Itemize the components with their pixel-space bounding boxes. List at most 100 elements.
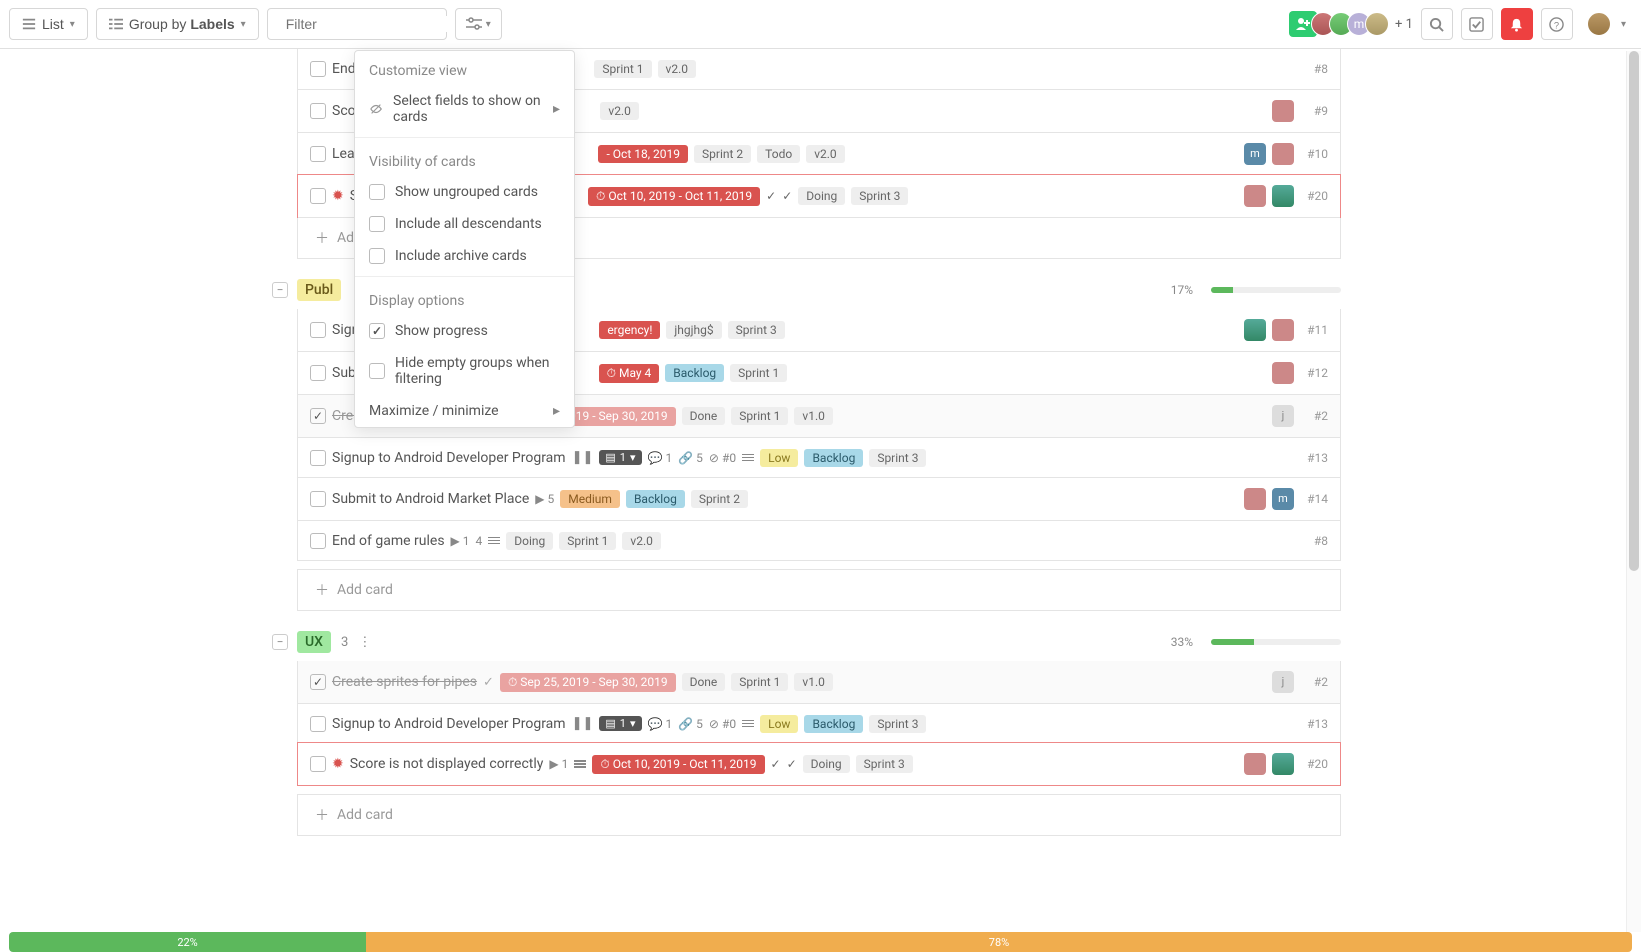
pill: Doing	[798, 187, 845, 205]
avatar[interactable]	[1272, 753, 1294, 775]
card-title: Signup to Android Developer Program	[332, 716, 566, 732]
card-row[interactable]: End of game rules ▶ 1 4 Doing Sprint 1 v…	[298, 520, 1340, 560]
avatar[interactable]	[1244, 185, 1266, 207]
checkbox-checked[interactable]	[310, 674, 326, 690]
card-title: Create sprites for pipes	[332, 674, 477, 690]
tasks-button[interactable]	[1461, 8, 1493, 40]
avatar[interactable]: j	[1272, 671, 1294, 693]
card-number: #20	[1300, 189, 1328, 203]
pause-icon: ❚❚	[572, 716, 594, 731]
add-card-button[interactable]: ＋Add card	[297, 569, 1341, 611]
card-row[interactable]: Signup to Android Developer Program ❚❚ ▤…	[298, 437, 1340, 477]
date-pill: ⏱ Sep 25, 2019 - Sep 30, 2019	[500, 673, 676, 692]
card-number: #20	[1300, 757, 1328, 771]
user-menu[interactable]: ▾	[1581, 10, 1632, 38]
scrollbar[interactable]	[1626, 51, 1641, 932]
card-number: #2	[1300, 675, 1328, 689]
view-list-button[interactable]: List ▾	[9, 8, 88, 40]
sub-count: 4	[476, 534, 483, 548]
checkbox-checked[interactable]	[310, 408, 326, 424]
pill-low: Low	[760, 715, 798, 733]
check-square-icon	[1469, 17, 1484, 32]
menu-include-archive[interactable]: Include archive cards	[355, 240, 574, 272]
pill: Sprint 1	[559, 532, 616, 550]
search-button[interactable]	[1421, 8, 1453, 40]
group-by-field: Labels	[190, 16, 234, 32]
avatar[interactable]	[1272, 319, 1294, 341]
avatar[interactable]	[1244, 753, 1266, 775]
checkbox[interactable]	[310, 61, 326, 77]
avatar-overflow[interactable]: + 1	[1395, 17, 1413, 32]
checkbox	[369, 216, 385, 232]
card-row-done[interactable]: Create sprites for pipes ✓ ⏱ Sep 25, 201…	[298, 661, 1340, 703]
card-number: #8	[1300, 534, 1328, 548]
group-by-button[interactable]: Group by Labels ▾	[96, 8, 259, 40]
checkbox[interactable]	[310, 716, 326, 732]
avatar[interactable]	[1272, 100, 1294, 122]
card-title: End of game rules	[332, 533, 445, 549]
comments-meta: 💬 1	[648, 451, 673, 465]
checkbox[interactable]	[310, 322, 326, 338]
avatar[interactable]	[1272, 143, 1294, 165]
checkbox[interactable]	[310, 756, 326, 772]
collaborator-avatars[interactable]: m + 1	[1289, 11, 1413, 37]
help-button[interactable]: ?	[1541, 8, 1573, 40]
checkbox[interactable]	[310, 103, 326, 119]
checkbox[interactable]	[310, 146, 326, 162]
group-label[interactable]: Publ	[297, 279, 341, 301]
comments-meta: 💬 1	[648, 717, 673, 731]
menu-section-customize: Customize view	[355, 51, 574, 85]
card-number: #8	[1300, 62, 1328, 76]
play-meta: ▶ 5	[535, 492, 554, 506]
group-label[interactable]: UX	[297, 631, 331, 653]
menu-maximize[interactable]: Maximize / minimize▸	[355, 395, 574, 427]
menu-section-visibility: Visibility of cards	[355, 142, 574, 176]
checkbox[interactable]	[310, 188, 326, 204]
card-list-ux: Create sprites for pipes ✓ ⏱ Sep 25, 201…	[297, 661, 1341, 786]
scrollbar-thumb[interactable]	[1629, 51, 1639, 571]
collapse-button[interactable]: −	[272, 282, 288, 298]
menu-hide-empty[interactable]: Hide empty groups when filtering	[355, 347, 574, 395]
card-row-bug[interactable]: ✹ Score is not displayed correctly ▶ 1 ⏱…	[297, 742, 1341, 786]
checkbox	[369, 184, 385, 200]
avatar[interactable]	[1244, 488, 1266, 510]
checkbox[interactable]	[310, 491, 326, 507]
menu-select-fields[interactable]: Select fields to show on cards ▸	[355, 85, 574, 133]
menu-show-progress[interactable]: Show progress	[355, 315, 574, 347]
avatar[interactable]	[1272, 185, 1294, 207]
checkbox[interactable]	[310, 450, 326, 466]
notifications-button[interactable]	[1501, 8, 1533, 40]
avatar[interactable]	[1365, 12, 1389, 36]
chevron-down-icon: ▾	[1621, 19, 1626, 30]
menu-include-descendants[interactable]: Include all descendants	[355, 208, 574, 240]
card-row[interactable]: Submit to Android Market Place ▶ 5 Mediu…	[298, 477, 1340, 520]
progress-text: 33%	[1171, 635, 1193, 649]
checkbox[interactable]	[310, 533, 326, 549]
pill: Sprint 3	[869, 449, 926, 467]
bell-icon	[1509, 17, 1524, 32]
plus-icon: ＋	[315, 805, 329, 825]
checkbox[interactable]	[310, 365, 326, 381]
avatar[interactable]: j	[1272, 405, 1294, 427]
bug-icon: ✹	[332, 188, 344, 204]
avatar[interactable]	[1244, 319, 1266, 341]
pill: Doing	[803, 755, 850, 773]
card-number: #11	[1300, 323, 1328, 337]
avatar[interactable]: m	[1244, 143, 1266, 165]
avatar[interactable]	[1272, 362, 1294, 384]
menu-show-ungrouped[interactable]: Show ungrouped cards	[355, 176, 574, 208]
add-card-button[interactable]: ＋Add card	[297, 794, 1341, 836]
card-row[interactable]: Signup to Android Developer Program ❚❚ ▤…	[298, 703, 1340, 743]
avatar[interactable]: m	[1272, 488, 1294, 510]
filter-input[interactable]	[286, 16, 467, 32]
play-meta: ▶ 1	[549, 757, 568, 771]
customize-view-button[interactable]: ▾	[455, 8, 502, 40]
group-menu-button[interactable]: ⋮	[358, 635, 371, 650]
chevron-down-icon: ▾	[70, 19, 75, 30]
filter-input-wrapper[interactable]	[267, 8, 447, 40]
collapse-button[interactable]: −	[272, 634, 288, 650]
pill-backlog: Backlog	[626, 490, 685, 508]
checkbox-checked	[369, 323, 385, 339]
pill: Sprint 1	[731, 407, 788, 425]
progress-bar	[1211, 287, 1341, 293]
